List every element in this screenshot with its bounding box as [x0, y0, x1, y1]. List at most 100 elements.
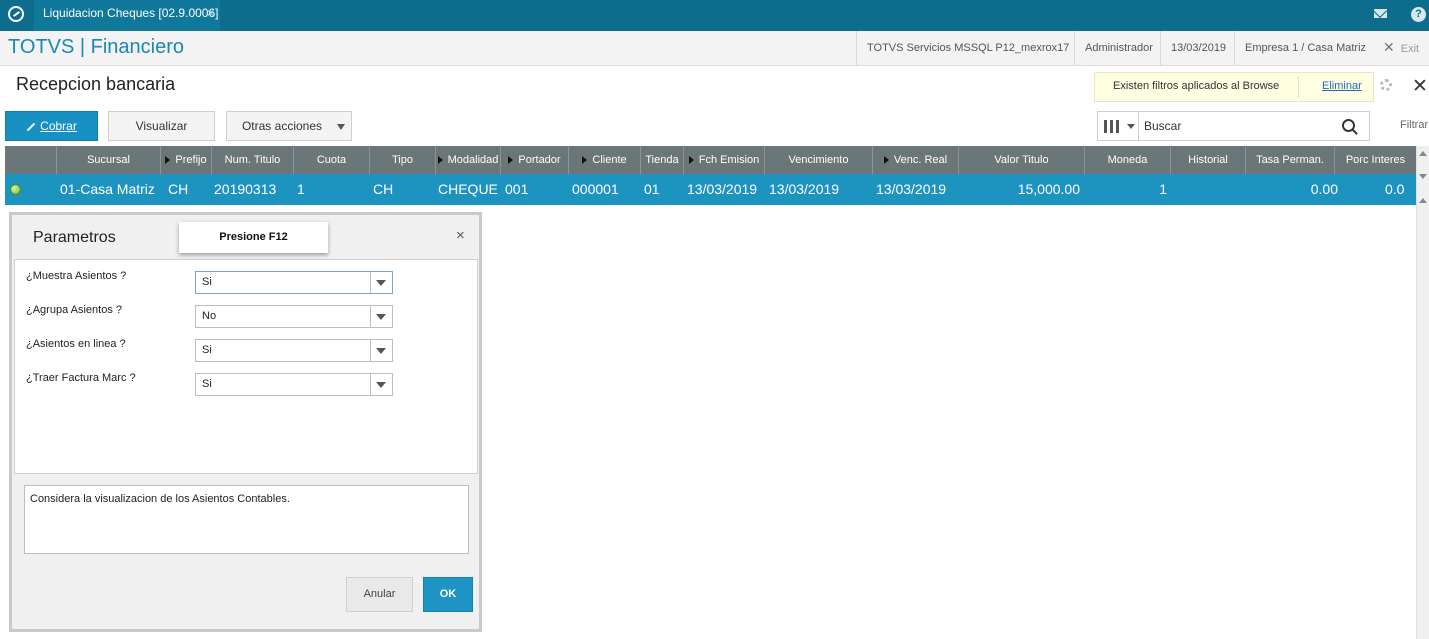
f12-hint-tooltip: Presione F12 [179, 222, 328, 253]
remove-filter-link[interactable]: Eliminar [1322, 80, 1362, 92]
column-historial[interactable]: Historial [1171, 146, 1246, 174]
chevron-down-icon [376, 348, 386, 354]
filter-divider [1298, 77, 1299, 97]
cell-porc-interes: 0.0 [1385, 181, 1405, 197]
close-icon: ✕ [1383, 39, 1395, 55]
asientos-en-linea-select[interactable]: Si [195, 339, 393, 362]
cell-historial [1173, 174, 1243, 205]
cell-vencimiento: 13/03/2019 [769, 181, 840, 197]
muestra-asientos-select[interactable]: Si [195, 271, 393, 294]
cell-tienda: 01 [644, 181, 660, 197]
cell-modalidad: CHEQUE [438, 181, 498, 197]
columns-icon[interactable] [1104, 120, 1120, 133]
ok-button[interactable]: OK [423, 577, 473, 612]
vertical-scrollbar[interactable] [1416, 146, 1429, 639]
filter-notice: Existen filtros aplicados al Browse Elim… [1094, 72, 1374, 102]
column-fch-emision[interactable]: Fch Emision [684, 146, 765, 174]
column-modalidad[interactable]: Modalidad [436, 146, 501, 174]
search-divider [1138, 112, 1139, 140]
totvs-logo-icon[interactable] [8, 6, 24, 22]
column-label: Moneda [1107, 154, 1148, 166]
mail-icon[interactable] [1374, 9, 1387, 18]
column-moneda[interactable]: Moneda [1085, 146, 1171, 174]
scroll-up-icon[interactable] [1419, 198, 1427, 203]
column-label: Portador [518, 154, 561, 166]
exit-button[interactable]: ✕ Exit [1383, 39, 1419, 56]
otras-acciones-button[interactable]: Otras acciones [226, 111, 352, 141]
cell-cliente: 000001 [572, 181, 619, 197]
close-icon[interactable]: × [456, 227, 465, 244]
cell-venc-real: 13/03/2019 [876, 181, 947, 197]
sort-arrow-icon [688, 156, 694, 165]
search-field-dropdown-icon[interactable] [1127, 124, 1135, 129]
sort-arrow-icon [165, 156, 171, 165]
column-sucursal[interactable]: Sucursal [57, 146, 161, 174]
help-icon[interactable]: ? [1411, 7, 1426, 22]
column-cliente[interactable]: Cliente [569, 146, 641, 174]
top-tab-bar: Liquidacion Cheques [02.9.0006] × ? [0, 0, 1429, 31]
select-value: No [202, 310, 217, 322]
param-label-asientos-en-linea: ¿Asientos en linea ? [26, 338, 126, 350]
app-header: TOTVS | Financiero TOTVS Servicios MSSQL… [0, 31, 1429, 66]
table-row[interactable]: 01-Casa Matriz CH 20190313 1 CH CHEQUE 0… [5, 174, 1416, 205]
filter-notice-text: Existen filtros aplicados al Browse [1113, 80, 1280, 92]
search-input[interactable] [1144, 118, 1334, 134]
column-cuota[interactable]: Cuota [294, 146, 370, 174]
cell-portador: 001 [505, 181, 529, 197]
select-divider [370, 340, 371, 361]
column-tienda[interactable]: Tienda [641, 146, 684, 174]
tab-liquidacion-cheques[interactable]: Liquidacion Cheques [02.9.0006] × [34, 0, 220, 31]
cancel-button[interactable]: Anular [346, 577, 413, 612]
select-value: Si [202, 344, 212, 356]
cobrar-label: Cobrar [40, 119, 77, 133]
app-title: TOTVS | Financiero [8, 36, 184, 58]
column-label: Fch Emision [698, 154, 760, 166]
column-venc-real[interactable]: Venc. Real [873, 146, 959, 174]
column-portador[interactable]: Portador [501, 146, 569, 174]
scroll-down-icon[interactable] [1419, 174, 1427, 179]
cell-tipo: CH [373, 181, 394, 197]
select-value: Si [202, 276, 212, 288]
visualizar-button[interactable]: Visualizar [108, 111, 215, 141]
otras-acciones-label: Otras acciones [241, 119, 323, 133]
chevron-down-icon [337, 124, 345, 130]
scroll-up-icon[interactable] [1419, 151, 1427, 156]
company-info: Empresa 1 / Casa Matriz [1234, 31, 1371, 65]
column-porc-interes[interactable]: Porc Interes [1335, 146, 1416, 174]
cell-prefijo: CH [168, 181, 189, 197]
filtrar-link[interactable]: Filtrar [1400, 119, 1428, 131]
column-tipo[interactable]: Tipo [370, 146, 436, 174]
column-label: Prefijo [175, 154, 207, 166]
gear-icon[interactable] [1380, 79, 1392, 91]
close-page-icon[interactable]: ✕ [1412, 75, 1428, 98]
cell-valor-titulo: 15,000.00 [1017, 181, 1080, 197]
chevron-down-icon [376, 382, 386, 388]
user-info: Administrador [1074, 31, 1160, 65]
column-valor-titulo[interactable]: Valor Titulo [959, 146, 1085, 174]
search-icon[interactable] [1342, 119, 1355, 132]
cobrar-button[interactable]: Cobrar [5, 111, 98, 141]
column-prefijo[interactable]: Prefijo [161, 146, 212, 174]
environment-info: TOTVS Servicios MSSQL P12_mexrox17 [856, 31, 1074, 65]
column-label: Cliente [592, 154, 627, 166]
page-title: Recepcion bancaria [16, 74, 176, 94]
column-vencimiento[interactable]: Vencimiento [765, 146, 873, 174]
column-tasa-perman[interactable]: Tasa Perman. [1246, 146, 1335, 174]
dialog-title: Parametros [33, 229, 116, 246]
cell-sucursal: 01-Casa Matriz [60, 181, 155, 197]
column-status[interactable] [5, 146, 57, 174]
column-num-titulo[interactable]: Num. Titulo [212, 146, 294, 174]
agrupa-asientos-select[interactable]: No [195, 305, 393, 328]
select-divider [370, 374, 371, 395]
cell-num-titulo: 20190313 [214, 181, 277, 197]
column-label: Vencimiento [788, 154, 849, 166]
traer-factura-marc-select[interactable]: Si [195, 373, 393, 396]
cell-fch-emision: 13/03/2019 [687, 181, 758, 197]
pencil-icon [26, 122, 36, 132]
param-label-agrupa-asientos: ¿Agrupa Asientos ? [26, 304, 123, 316]
cell-tasa-perman: 0.00 [1310, 181, 1338, 197]
date-info: 13/03/2019 [1160, 31, 1234, 65]
chevron-down-icon [376, 280, 386, 286]
search-box [1097, 111, 1370, 141]
tab-close-icon[interactable]: × [207, 0, 214, 26]
